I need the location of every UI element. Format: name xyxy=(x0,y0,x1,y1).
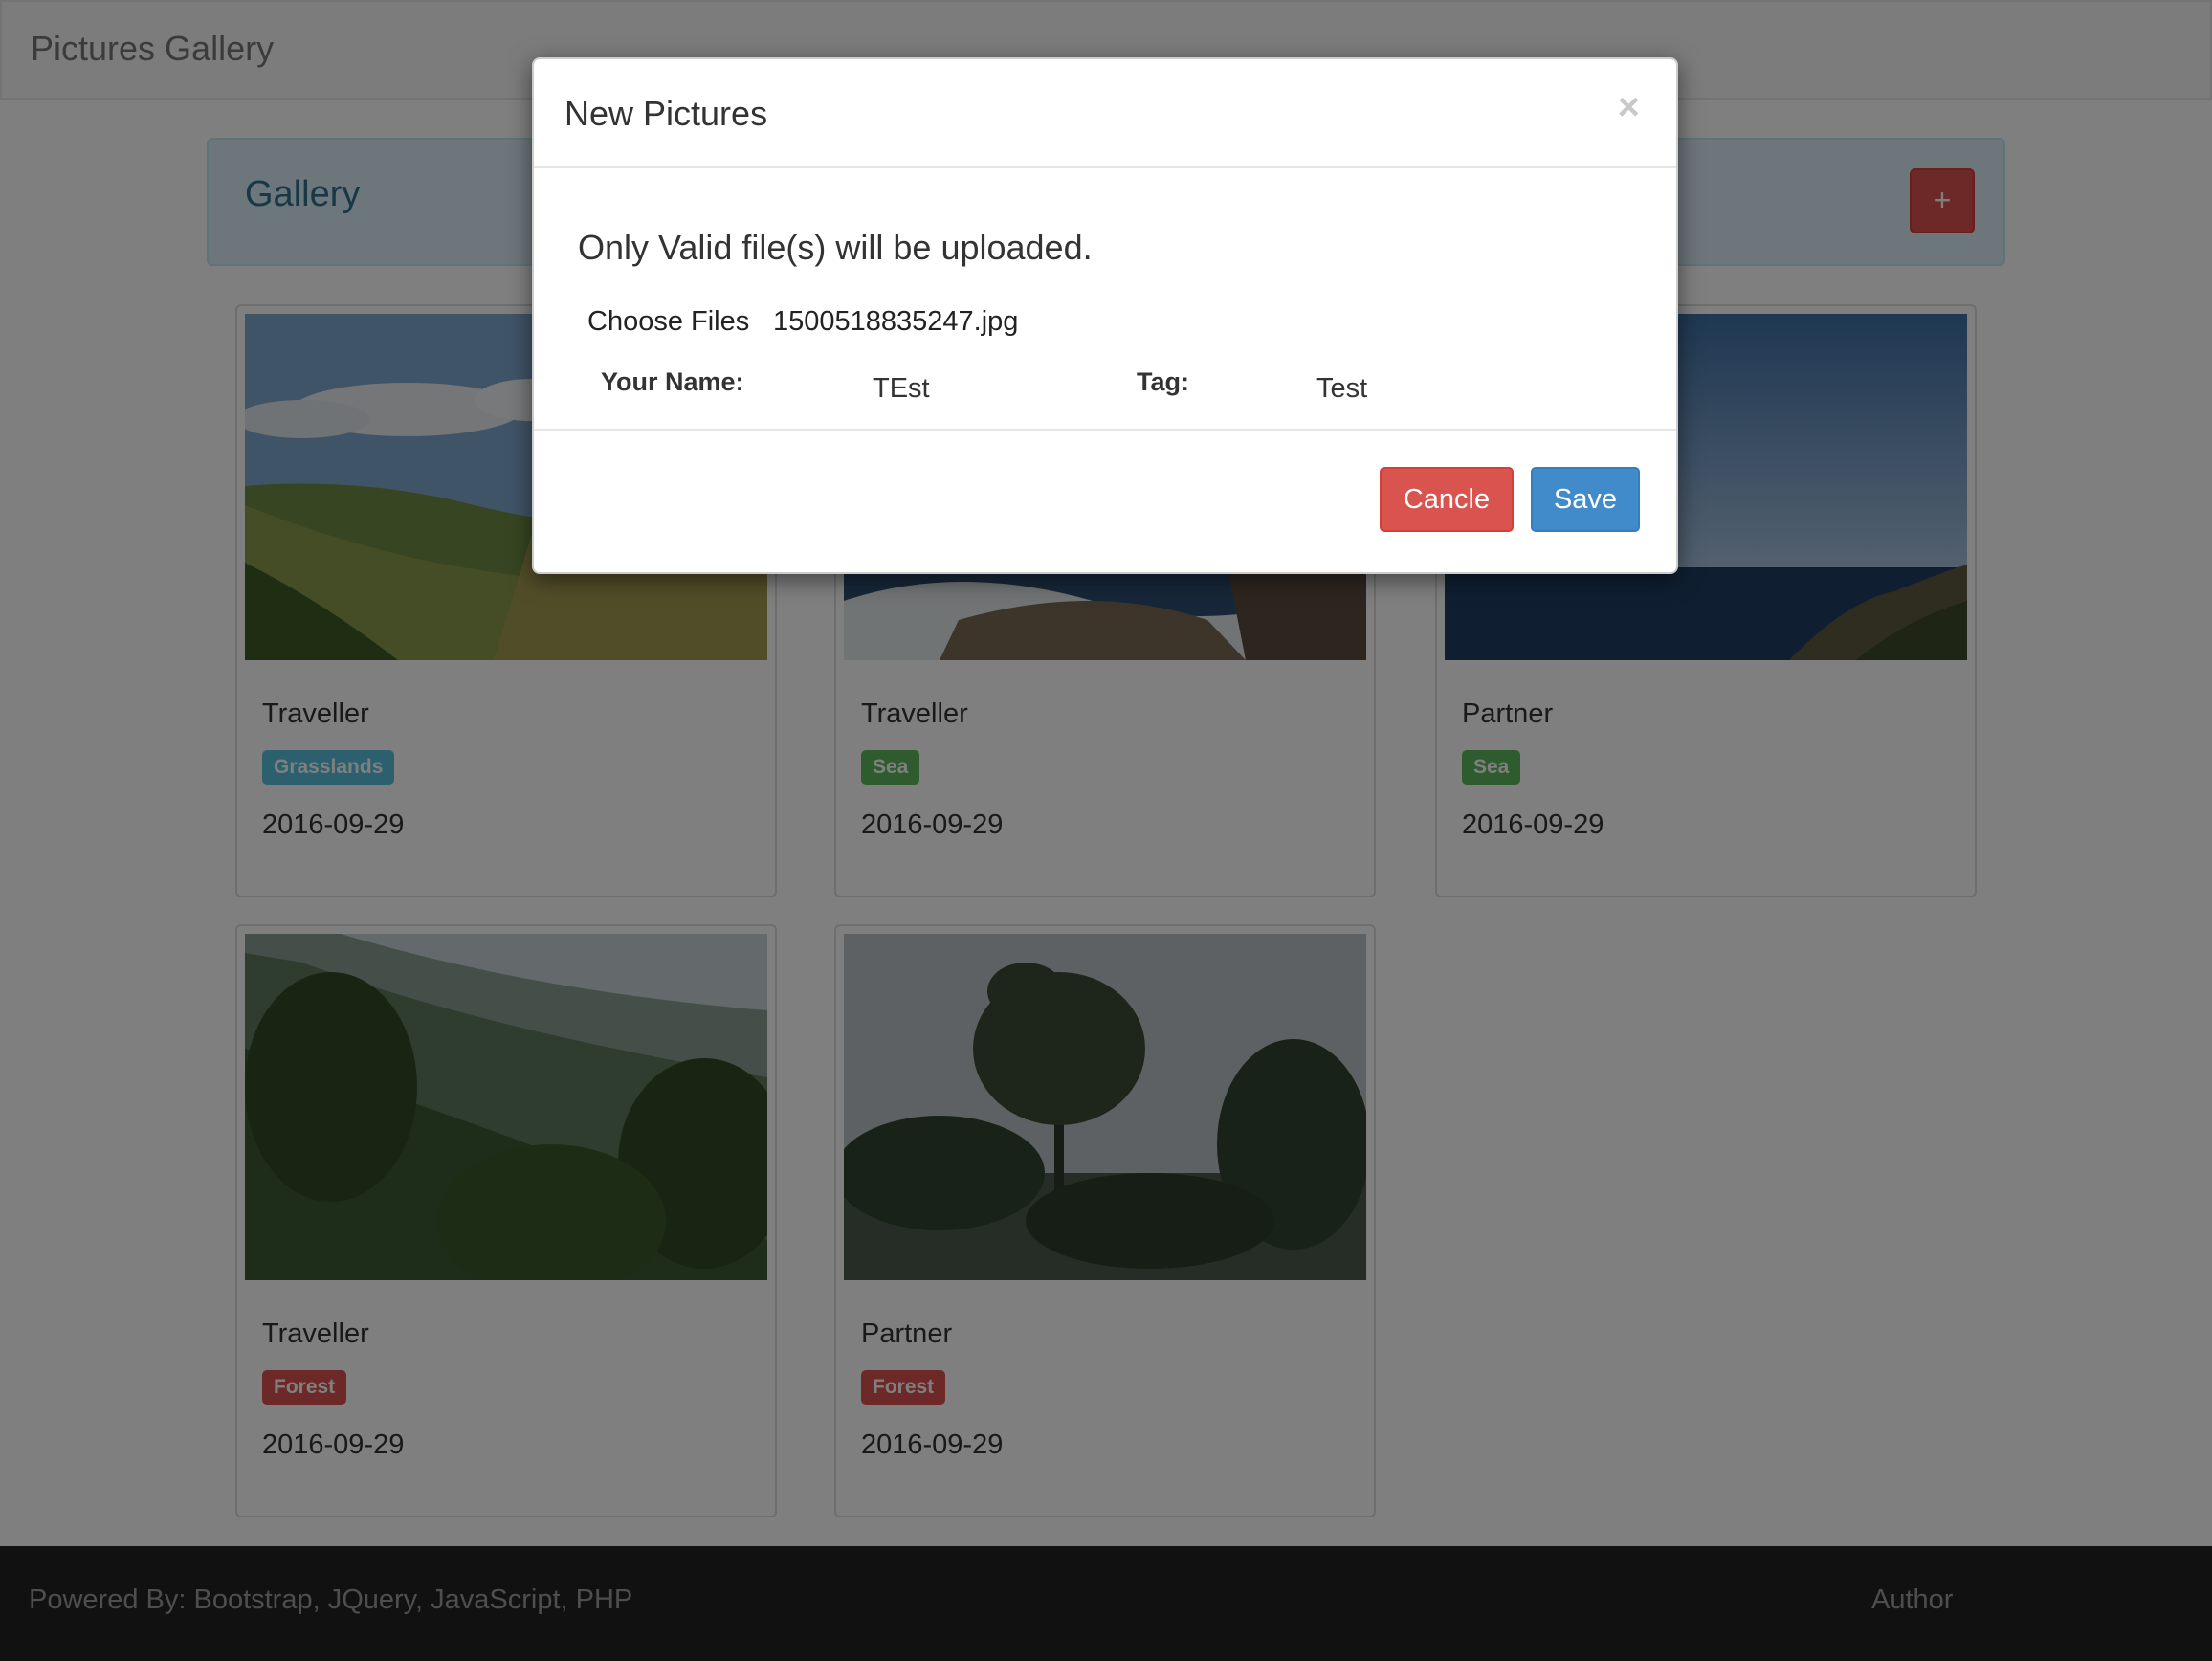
close-icon[interactable]: × xyxy=(1618,88,1640,126)
new-pictures-modal: New Pictures × Only Valid file(s) will b… xyxy=(532,57,1678,574)
choose-files-button[interactable]: Choose Files xyxy=(587,306,749,338)
save-button[interactable]: Save xyxy=(1531,467,1640,532)
modal-footer: Cancle Save xyxy=(534,429,1676,572)
selected-file-name: 1500518835247.jpg xyxy=(773,306,1019,337)
upload-notice: Only Valid file(s) will be uploaded. xyxy=(578,228,1093,267)
modal-header: New Pictures × xyxy=(534,59,1676,168)
name-input[interactable]: TEst xyxy=(873,373,930,405)
name-label: Your Name: xyxy=(601,367,744,396)
tag-input[interactable]: Test xyxy=(1316,373,1367,405)
modal-title: New Pictures xyxy=(564,94,768,133)
tag-label: Tag: xyxy=(1137,367,1189,396)
cancel-button[interactable]: Cancle xyxy=(1380,467,1514,532)
modal-body: Only Valid file(s) will be uploaded. Cho… xyxy=(534,168,1676,429)
